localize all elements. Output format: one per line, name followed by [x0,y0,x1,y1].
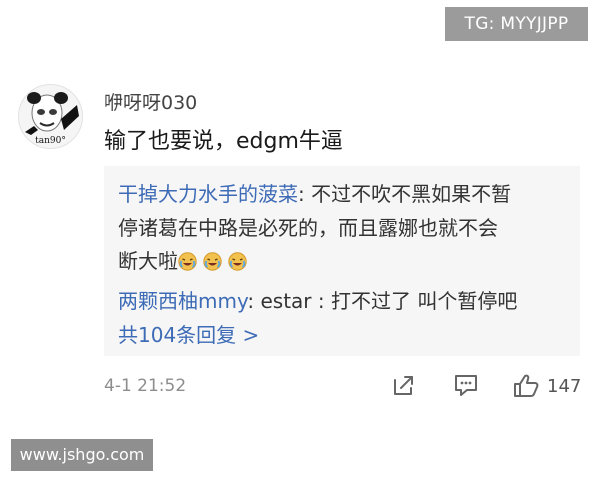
comment-username[interactable]: 咿呀呀030 [104,88,197,115]
weibo-comment-page: TG: MYYJJPP tan90° 咿呀呀030 输了也要说，edgm牛逼 干… [0,0,600,480]
comment-text: 输了也要说，edgm牛逼 [104,129,343,154]
panda-meme-avatar-icon: tan90° [19,85,82,148]
reply-second-separator: : [247,289,255,313]
reply-first-line1: 干掉大力水手的菠菜: 不过不吹不黑如果不暂 [118,178,511,207]
comment-icon [455,375,477,396]
reply-thread[interactable]: 干掉大力水手的菠菜: 不过不吹不黑如果不暂 停诸葛在中路是必死的，而且露娜也就不… [104,166,580,356]
like-count: 147 [547,376,582,397]
reply-first-line2: 停诸葛在中路是必死的，而且露娜也就不会 [118,216,498,240]
comment-timestamp: 4-1 21:52 [104,376,187,396]
reply-first-separator: : [298,182,305,206]
site-watermark: www.jshgo.com [11,439,153,471]
reply-second-author[interactable]: 两颗西柚mmy [118,289,247,313]
reply-first-text-line3: 断大啦 [118,249,178,273]
laughing-crying-emoji-icon [228,252,247,271]
view-all-replies-link[interactable]: 共104条回复 > [118,319,259,348]
laughing-crying-emoji-icon [178,252,197,271]
reply-second-line: 两颗西柚mmy: estar : 打不过了 叫个暂停吧 [118,285,517,314]
share-button[interactable] [391,372,417,400]
reply-first-text-line1: 不过不吹不黑如果不暂 [311,182,512,206]
telegram-watermark: TG: MYYJJPP [445,7,588,41]
laughing-crying-emoji-icon [203,252,222,271]
like-button[interactable] [512,372,542,400]
user-avatar[interactable]: tan90° [18,84,83,149]
thumbs-up-icon [514,374,539,397]
comment-button[interactable] [452,372,480,400]
reply-first-author[interactable]: 干掉大力水手的菠菜 [118,182,298,206]
share-icon [394,376,413,395]
reply-first-line3: 断大啦 [118,245,253,274]
avatar-caption: tan90° [35,136,66,146]
reply-second-text: estar : 打不过了 叫个暂停吧 [260,289,518,313]
